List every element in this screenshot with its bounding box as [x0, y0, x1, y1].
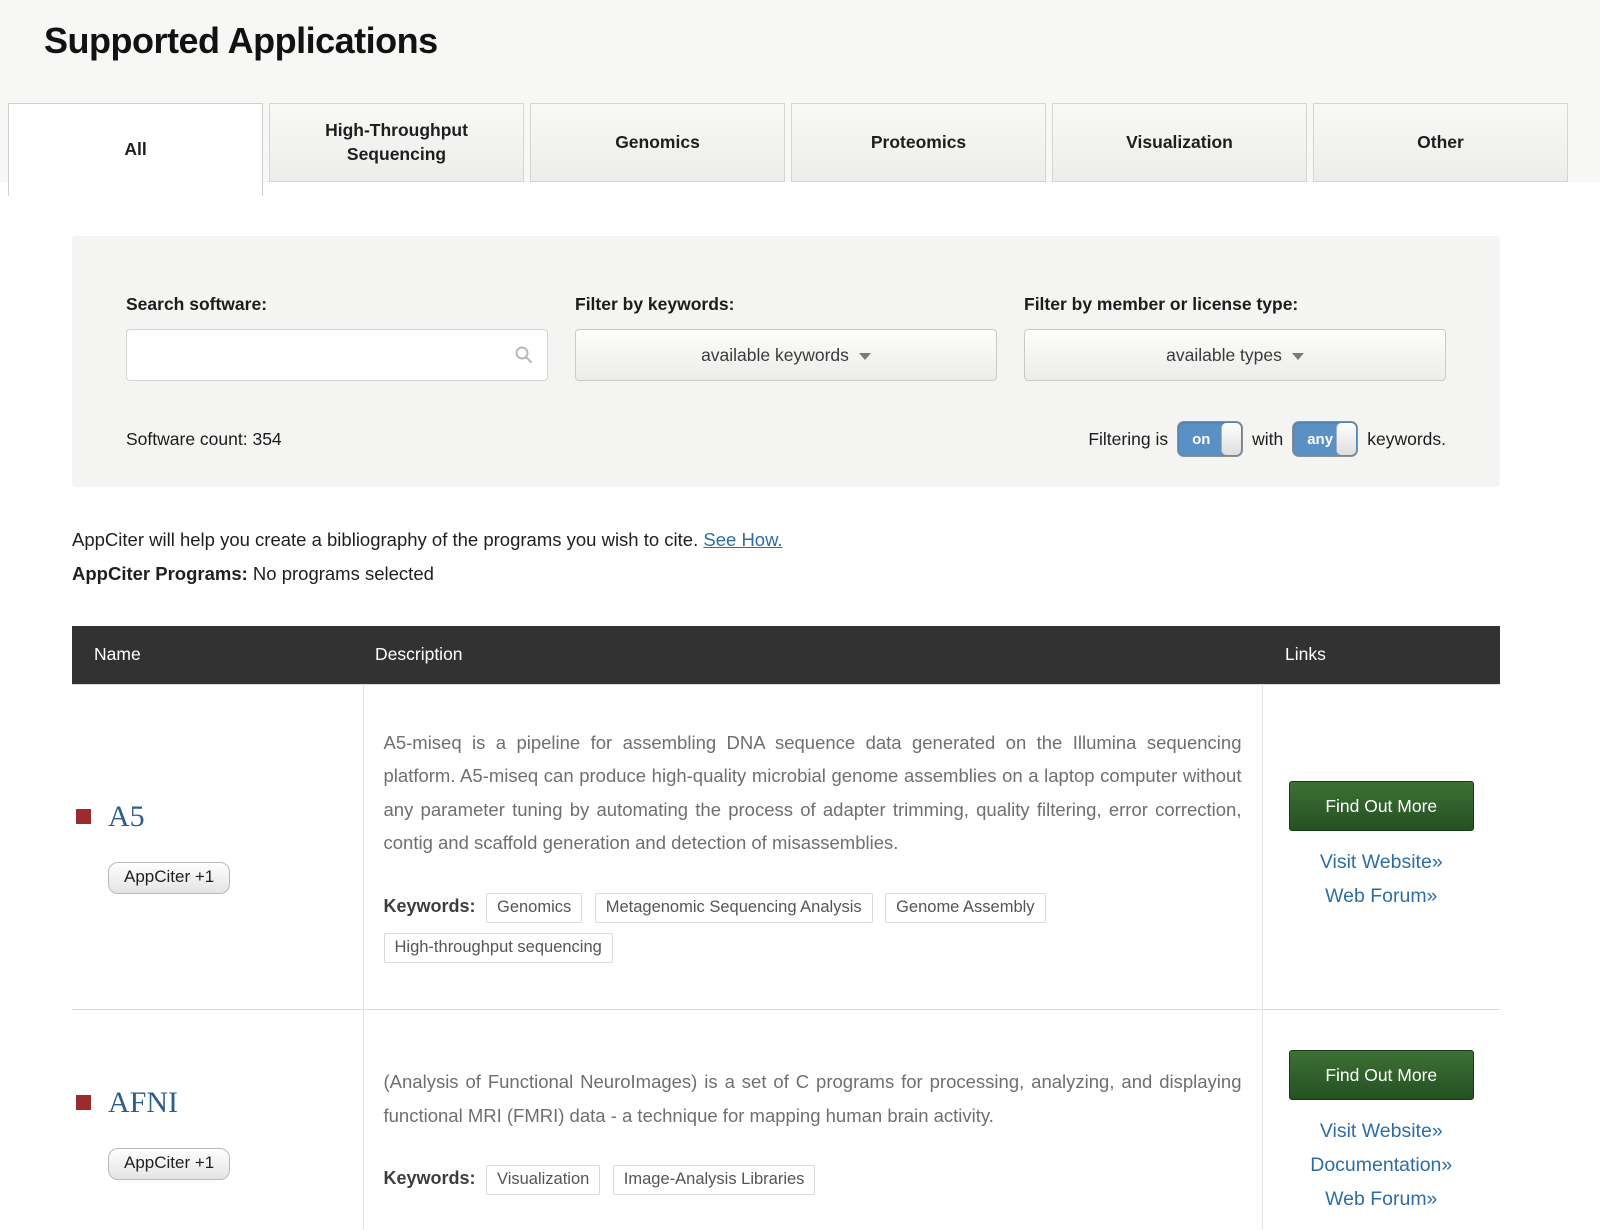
filtering-on-toggle[interactable]: on — [1177, 421, 1244, 457]
tab-label: Other — [1417, 131, 1464, 152]
column-header-links: Links — [1262, 626, 1500, 684]
documentation-link[interactable]: Documentation» — [1273, 1148, 1491, 1182]
type-filter-group: Filter by member or license type: availa… — [1024, 294, 1446, 381]
find-out-more-button[interactable]: Find Out More — [1288, 780, 1474, 831]
keywords-filter-group: Filter by keywords: available keywords — [575, 294, 997, 381]
appciter-intro-text: AppCiter will help you create a bibliogr… — [72, 529, 699, 550]
tab-proteomics[interactable]: Proteomics — [791, 103, 1046, 182]
search-input[interactable] — [126, 329, 548, 381]
visit-website-link[interactable]: Visit Website» — [1273, 845, 1491, 879]
filtering-suffix-text: keywords. — [1367, 428, 1446, 449]
tab-high-throughput-sequencing[interactable]: High-Throughput Sequencing — [269, 103, 524, 182]
keywords-row: Keywords: Visualization Image-Analysis L… — [384, 1158, 1242, 1200]
chevron-down-icon — [1291, 353, 1304, 360]
filter-panel: Search software: Filter by keywords: ava… — [72, 236, 1500, 487]
tab-visualization[interactable]: Visualization — [1052, 103, 1307, 182]
filtering-any-toggle[interactable]: any — [1292, 421, 1359, 457]
keywords-row: Keywords: Genomics Metagenomic Sequencin… — [383, 886, 1242, 968]
applications-table: Name Description Links A5 AppCiter +1 A5… — [72, 626, 1500, 1230]
tab-all[interactable]: All — [8, 103, 263, 196]
web-forum-link[interactable]: Web Forum» — [1273, 879, 1491, 913]
column-header-description: Description — [363, 626, 1262, 684]
keyword-tag: Genomics — [485, 892, 583, 923]
type-filter-label: Filter by member or license type: — [1024, 294, 1299, 314]
description-cell: A5-miseq is a pipeline for assembling DN… — [362, 683, 1263, 1009]
keywords-label: Keywords: — [383, 1168, 476, 1188]
filtering-prefix-text: Filtering is — [1088, 428, 1169, 449]
table-row: A5 AppCiter +1 A5-miseq is a pipeline fo… — [72, 683, 1500, 1009]
page-title: Supported Applications — [44, 20, 438, 61]
keywords-dropdown[interactable]: available keywords — [575, 329, 997, 381]
keyword-tag: High-throughput sequencing — [383, 932, 613, 963]
app-description: (Analysis of Functional NeuroImages) is … — [383, 1071, 1242, 1126]
app-name-link[interactable]: A5 — [108, 800, 145, 834]
toggle-knob — [1336, 423, 1357, 455]
tab-label: All — [124, 139, 147, 160]
software-count: Software count: 354 — [126, 428, 282, 449]
name-cell: A5 AppCiter +1 — [72, 683, 363, 1009]
type-dropdown[interactable]: available types — [1024, 329, 1446, 381]
toggle-knob — [1221, 423, 1242, 455]
keyword-tag: Image-Analysis Libraries — [612, 1165, 816, 1195]
search-label: Search software: — [126, 294, 268, 314]
search-icon — [514, 345, 534, 370]
tab-other[interactable]: Other — [1313, 103, 1568, 182]
keywords-dropdown-value: available keywords — [701, 344, 849, 365]
keyword-tag: Genome Assembly — [885, 892, 1046, 923]
table-row: AFNI AppCiter +1 (Analysis of Functional… — [72, 1008, 1500, 1230]
app-name-link[interactable]: AFNI — [108, 1086, 178, 1120]
search-group: Search software: — [126, 294, 548, 381]
filtering-middle-text: with — [1252, 428, 1284, 449]
links-cell: Find Out More Visit Website» Documentati… — [1262, 1008, 1500, 1230]
app-description: A5-miseq is a pipeline for assembling DN… — [383, 731, 1242, 854]
appciter-programs-label: AppCiter Programs: — [72, 563, 248, 584]
visit-website-link[interactable]: Visit Website» — [1273, 1114, 1491, 1148]
appciter-bullet-icon — [76, 1095, 91, 1110]
column-header-name: Name — [72, 626, 363, 684]
toggle-on-label: on — [1192, 430, 1211, 448]
appciter-add-button[interactable]: AppCiter +1 — [108, 1147, 231, 1180]
page-header: Supported Applications — [0, 0, 1600, 103]
tab-genomics[interactable]: Genomics — [530, 103, 785, 182]
tab-label: Proteomics — [870, 131, 967, 152]
appciter-programs-value: No programs selected — [252, 563, 434, 584]
tab-label: High-Throughput Sequencing — [325, 119, 468, 164]
appciter-intro: AppCiter will help you create a bibliogr… — [72, 523, 1600, 557]
links-cell: Find Out More Visit Website» Web Forum» — [1262, 683, 1500, 1009]
keyword-tag: Metagenomic Sequencing Analysis — [594, 892, 873, 923]
chevron-down-icon — [858, 353, 871, 360]
tab-label: Genomics — [615, 131, 700, 152]
table-header-row: Name Description Links — [72, 626, 1500, 684]
toggle-any-label: any — [1307, 430, 1334, 448]
description-cell: (Analysis of Functional NeuroImages) is … — [362, 1008, 1263, 1230]
see-how-link[interactable]: See How. — [703, 529, 782, 550]
type-dropdown-value: available types — [1166, 344, 1282, 365]
keywords-label: Keywords: — [383, 895, 476, 916]
find-out-more-button[interactable]: Find Out More — [1288, 1049, 1474, 1100]
web-forum-link[interactable]: Web Forum» — [1273, 1182, 1491, 1216]
name-cell: AFNI AppCiter +1 — [72, 1008, 363, 1230]
appciter-programs-line: AppCiter Programs: No programs selected — [72, 557, 1600, 591]
keywords-filter-label: Filter by keywords: — [575, 294, 735, 314]
tab-label: Visualization — [1126, 131, 1233, 152]
tab-bar: All High-Throughput Sequencing Genomics … — [0, 103, 1600, 196]
filtering-controls: Filtering is on with any keywords. — [1088, 421, 1446, 457]
appciter-add-button[interactable]: AppCiter +1 — [108, 861, 231, 894]
keyword-tag: Visualization — [485, 1165, 601, 1195]
appciter-bullet-icon — [76, 809, 91, 824]
